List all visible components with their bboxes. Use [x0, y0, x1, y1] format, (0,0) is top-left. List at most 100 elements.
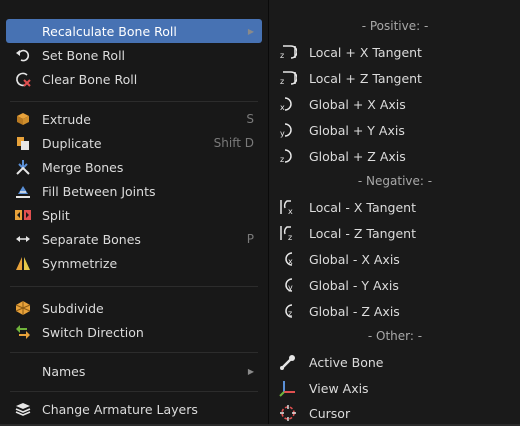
menu-item-local-neg-z-tangent[interactable]: z Local - Z Tangent	[273, 220, 515, 246]
menu-item-label: Extrude	[42, 111, 91, 127]
menu-item-label: Global + Y Axis	[309, 122, 405, 138]
menu-item-names[interactable]: Names ▶	[6, 359, 262, 383]
menu-item-label: Fill Between Joints	[42, 183, 156, 199]
menu-item-fill-between-joints[interactable]: Fill Between Joints	[6, 179, 262, 203]
menu-item-label: Change Armature Layers	[42, 401, 198, 417]
menu-item-label: Local - X Tangent	[309, 199, 416, 215]
menu-item-symmetrize[interactable]: Symmetrize	[6, 251, 262, 275]
shortcut-label: P	[246, 232, 254, 246]
cursor-icon	[277, 404, 299, 422]
menu-item-subdivide[interactable]: Subdivide	[6, 296, 262, 320]
menu-item-label: Global - Z Axis	[309, 303, 400, 319]
svg-text:y: y	[288, 283, 293, 292]
blank-icon	[12, 22, 34, 40]
menu-item-global-neg-x-axis[interactable]: x Global - X Axis	[273, 246, 515, 272]
menu-item-local-neg-x-tangent[interactable]: x Local - X Tangent	[273, 194, 515, 220]
menu-item-global-y-axis[interactable]: y Global + Y Axis	[273, 117, 515, 143]
menu-item-view-axis[interactable]: View Axis	[273, 375, 515, 401]
global-neg-y-axis-icon: y	[277, 276, 299, 294]
view-axis-icon	[277, 379, 299, 397]
svg-text:y: y	[280, 129, 285, 138]
local-neg-z-tangent-icon: z	[277, 224, 299, 242]
svg-text:z: z	[280, 77, 284, 86]
svg-text:x: x	[288, 207, 293, 216]
menu-item-label: Clear Bone Roll	[42, 71, 138, 87]
extrude-icon	[12, 110, 34, 128]
menu-item-label: Active Bone	[309, 354, 384, 370]
negative-header: - Negative: -	[357, 174, 433, 188]
menu-separator	[10, 391, 258, 392]
menu-item-local-x-tangent[interactable]: z Local + X Tangent	[273, 39, 515, 65]
menu-item-label: Duplicate	[42, 135, 102, 151]
other-header: - Other: -	[367, 329, 423, 343]
menu-item-label: Local + X Tangent	[309, 44, 422, 60]
subdivide-icon	[12, 299, 34, 317]
menu-item-label: Global + X Axis	[309, 96, 406, 112]
submenu-arrow-icon: ▶	[247, 366, 254, 376]
armature-context-menu: Recalculate Bone Roll ▶ Set Bone Roll Cl…	[0, 0, 269, 424]
menu-item-merge-bones[interactable]: Merge Bones	[6, 155, 262, 179]
shortcut-label: Shift D	[213, 136, 254, 150]
menu-item-label: Symmetrize	[42, 255, 118, 271]
global-z-axis-icon: z	[277, 147, 299, 165]
svg-text:z: z	[280, 51, 284, 60]
split-icon	[12, 206, 34, 224]
svg-text:z: z	[280, 155, 284, 164]
svg-text:x: x	[280, 103, 285, 112]
menu-item-set-bone-roll[interactable]: Set Bone Roll	[6, 43, 262, 67]
menu-item-label: Cursor	[309, 405, 351, 421]
menu-item-cursor[interactable]: Cursor	[273, 400, 515, 426]
blank-icon	[12, 362, 34, 380]
global-x-axis-icon: x	[277, 95, 299, 113]
recalculate-roll-submenu: - Positive: - z Local + X Tangent z Loca…	[268, 0, 520, 424]
fill-icon	[12, 182, 34, 200]
menu-item-clear-bone-roll[interactable]: Clear Bone Roll	[6, 67, 262, 91]
menu-item-global-z-axis[interactable]: z Global + Z Axis	[273, 143, 515, 169]
menu-item-global-neg-y-axis[interactable]: y Global - Y Axis	[273, 272, 515, 298]
menu-item-label: Subdivide	[42, 300, 104, 316]
menu-item-global-neg-z-axis[interactable]: z Global - Z Axis	[273, 298, 515, 324]
menu-separator	[10, 101, 258, 102]
local-x-tangent-icon: z	[277, 43, 299, 61]
menu-item-label: Local + Z Tangent	[309, 70, 422, 86]
menu-item-split[interactable]: Split	[6, 203, 262, 227]
menu-item-duplicate[interactable]: Duplicate Shift D	[6, 131, 262, 155]
menu-item-label: Global - X Axis	[309, 251, 400, 267]
menu-item-recalculate-bone-roll[interactable]: Recalculate Bone Roll ▶	[6, 19, 262, 43]
menu-item-label: Switch Direction	[42, 324, 144, 340]
menu-item-local-z-tangent[interactable]: z Local + Z Tangent	[273, 65, 515, 91]
svg-text:z: z	[288, 233, 292, 242]
global-y-axis-icon: y	[277, 121, 299, 139]
menu-item-global-x-axis[interactable]: x Global + X Axis	[273, 91, 515, 117]
submenu-arrow-icon: ▶	[247, 26, 254, 36]
menu-item-label: Separate Bones	[42, 231, 141, 247]
svg-text:x: x	[288, 257, 293, 266]
menu-item-label: Global + Z Axis	[309, 148, 406, 164]
menu-item-switch-direction[interactable]: Switch Direction	[6, 320, 262, 344]
positive-header: - Positive: -	[361, 19, 429, 33]
undo-curve-icon	[12, 46, 34, 64]
menu-item-label: Recalculate Bone Roll	[42, 23, 177, 39]
menu-item-label: Set Bone Roll	[42, 47, 126, 63]
global-neg-x-axis-icon: x	[277, 250, 299, 268]
menu-item-label: Split	[42, 207, 70, 223]
menu-item-label: View Axis	[309, 380, 369, 396]
menu-separator	[10, 286, 258, 287]
separate-icon	[12, 230, 34, 248]
global-neg-z-axis-icon: z	[277, 302, 299, 320]
menu-separator	[10, 352, 258, 353]
symmetrize-icon	[12, 254, 34, 272]
switch-direction-icon	[12, 323, 34, 341]
clear-roll-icon	[12, 70, 34, 88]
local-neg-x-tangent-icon: x	[277, 198, 299, 216]
merge-icon	[12, 158, 34, 176]
menu-item-change-armature-layers[interactable]: Change Armature Layers	[6, 397, 262, 421]
menu-item-active-bone[interactable]: Active Bone	[273, 349, 515, 375]
menu-item-separate-bones[interactable]: Separate Bones P	[6, 227, 262, 251]
menu-item-label: Local - Z Tangent	[309, 225, 416, 241]
menu-item-label: Global - Y Axis	[309, 277, 399, 293]
layers-icon	[12, 400, 34, 418]
menu-item-extrude[interactable]: Extrude S	[6, 107, 262, 131]
duplicate-icon	[12, 134, 34, 152]
shortcut-label: S	[246, 112, 254, 126]
